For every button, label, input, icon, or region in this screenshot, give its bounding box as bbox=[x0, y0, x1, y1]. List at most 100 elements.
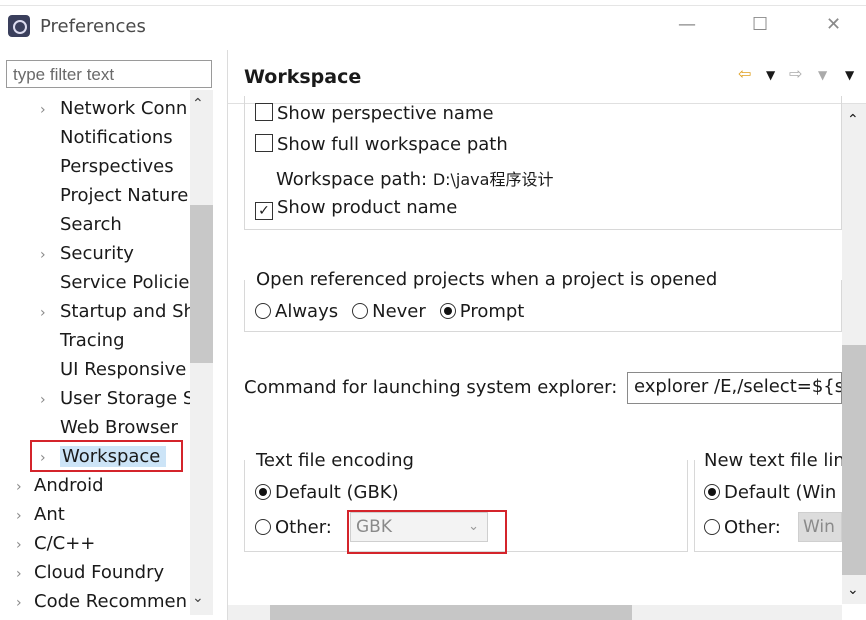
show-perspective-name-row[interactable]: Show perspective name bbox=[255, 103, 494, 123]
chevron-right-icon[interactable]: › bbox=[40, 241, 54, 268]
tree-root-c-c[interactable]: › C/C++ bbox=[16, 530, 188, 558]
close-icon[interactable]: ✕ bbox=[826, 14, 841, 35]
show-full-path-row[interactable]: Show full workspace path bbox=[255, 134, 508, 155]
open-referenced-label: Open referenced projects when a project … bbox=[256, 269, 722, 290]
show-product-name-row[interactable]: ✓ Show product name bbox=[255, 197, 457, 220]
delimiter-default-radio[interactable] bbox=[704, 484, 720, 500]
maximize-icon[interactable]: ☐ bbox=[752, 14, 768, 35]
open-ref-option-label: Prompt bbox=[459, 301, 525, 322]
view-menu-icon[interactable]: ▼ bbox=[845, 68, 854, 82]
open-ref-option-always[interactable]: Always bbox=[255, 301, 338, 322]
tree-item-notifications[interactable]: Notifications bbox=[38, 124, 190, 152]
page-scroll-down-icon[interactable]: ⌄ bbox=[847, 582, 859, 598]
tree-item-user-storage-s[interactable]: › User Storage S bbox=[38, 385, 190, 413]
tree-item-service-policie[interactable]: Service Policie bbox=[38, 269, 190, 297]
filter-input[interactable] bbox=[11, 62, 211, 88]
title-top-strip bbox=[0, 0, 866, 6]
explorer-command-input[interactable]: explorer /E,/select=${s bbox=[627, 372, 842, 404]
encoding-other-option[interactable]: Other: bbox=[255, 517, 332, 538]
tree-item-label: Network Conn bbox=[60, 98, 188, 119]
tree-item-perspectives[interactable]: Perspectives bbox=[38, 153, 190, 181]
tree-item-search[interactable]: Search bbox=[38, 211, 190, 239]
tree-item-label: Web Browser bbox=[60, 417, 178, 438]
chevron-right-icon[interactable]: › bbox=[16, 473, 30, 500]
forward-dropdown-icon[interactable]: ▼ bbox=[818, 68, 827, 82]
tree-item-startup-and-sh[interactable]: › Startup and Sh bbox=[38, 298, 190, 326]
tree-root-android[interactable]: › Android bbox=[16, 472, 188, 500]
show-perspective-name-checkbox[interactable] bbox=[255, 103, 273, 121]
tree-item-label: Perspectives bbox=[60, 156, 174, 177]
tree-item-ui-responsive[interactable]: UI Responsive bbox=[38, 356, 190, 384]
encoding-default-option[interactable]: Default (GBK) bbox=[255, 482, 399, 503]
back-dropdown-icon[interactable]: ▼ bbox=[766, 68, 775, 82]
tree-item-label: Startup and Sh bbox=[60, 301, 190, 322]
tree-scroll-up-icon[interactable]: ⌃ bbox=[192, 96, 204, 112]
pane-divider[interactable] bbox=[227, 50, 228, 620]
tree-item-label: Notifications bbox=[60, 127, 173, 148]
tree-root-cloud-foundry[interactable]: › Cloud Foundry bbox=[16, 559, 188, 587]
encoding-highlight-box bbox=[347, 510, 507, 554]
chevron-right-icon[interactable]: › bbox=[16, 531, 30, 558]
workspace-path-row: Workspace path: D:\java程序设计 bbox=[276, 166, 553, 190]
minimize-icon[interactable]: — bbox=[678, 14, 696, 35]
tree-item-project-nature[interactable]: Project Nature bbox=[38, 182, 190, 210]
page-scroll-thumb[interactable] bbox=[842, 345, 866, 575]
page-title: Workspace bbox=[244, 66, 362, 88]
chevron-right-icon[interactable]: › bbox=[16, 502, 30, 529]
encoding-other-radio[interactable] bbox=[255, 519, 271, 535]
tree-root-label: Cloud Foundry bbox=[34, 562, 165, 583]
line-delimiter-label: New text file lin bbox=[704, 450, 842, 471]
tree-item-label: Security bbox=[60, 243, 134, 264]
explorer-command-label: Command for launching system explorer: bbox=[244, 377, 618, 398]
encoding-default-radio[interactable] bbox=[255, 484, 271, 500]
open-ref-option-label: Never bbox=[372, 301, 426, 322]
open-ref-option-never[interactable]: Never bbox=[352, 301, 426, 322]
tree-item-label: User Storage S bbox=[60, 388, 190, 409]
tree-item-web-browser[interactable]: Web Browser bbox=[38, 414, 190, 442]
eclipse-app-icon bbox=[8, 15, 30, 37]
tree-item-label: Service Policie bbox=[60, 272, 190, 293]
tree-item-label: UI Responsive bbox=[60, 359, 187, 380]
window-title: Preferences bbox=[40, 16, 146, 37]
chevron-right-icon[interactable]: › bbox=[40, 96, 54, 123]
tree-item-tracing[interactable]: Tracing bbox=[38, 327, 190, 355]
tree-scroll-down-icon[interactable]: ⌄ bbox=[192, 590, 204, 606]
back-arrow-icon[interactable]: ⇦ bbox=[738, 64, 751, 83]
text-encoding-label: Text file encoding bbox=[256, 450, 418, 471]
workspace-path-label: Workspace path: bbox=[276, 169, 428, 190]
delimiter-select-value: Win bbox=[803, 517, 835, 537]
tree-root-ant[interactable]: › Ant bbox=[16, 501, 188, 529]
open-ref-radio[interactable] bbox=[439, 303, 456, 319]
tree-root-label: Code Recommen bbox=[34, 591, 188, 612]
show-full-path-checkbox[interactable] bbox=[255, 134, 273, 152]
tree-root-code-recommen[interactable]: › Code Recommen bbox=[16, 588, 188, 616]
show-product-name-checkbox[interactable]: ✓ bbox=[255, 202, 273, 220]
tree-item-label: Search bbox=[60, 214, 122, 235]
forward-arrow-icon[interactable]: ⇨ bbox=[789, 64, 802, 83]
open-referenced-options: Always Never Prompt bbox=[255, 301, 538, 322]
delimiter-other-option[interactable]: Other: bbox=[704, 517, 781, 538]
page-scroll-up-icon[interactable]: ⌃ bbox=[847, 112, 859, 128]
open-ref-option-label: Always bbox=[275, 301, 339, 322]
delimiter-other-radio[interactable] bbox=[704, 519, 720, 535]
filter-box[interactable] bbox=[6, 60, 212, 88]
delimiter-default-option[interactable]: Default (Win bbox=[704, 482, 842, 503]
chevron-right-icon[interactable]: › bbox=[16, 589, 30, 616]
tree-root-label: C/C++ bbox=[34, 533, 96, 554]
tree-item-network-conn[interactable]: › Network Conn bbox=[38, 95, 190, 123]
chevron-right-icon[interactable]: › bbox=[40, 386, 54, 413]
tree-root-label: Ant bbox=[34, 504, 65, 525]
tree-root-label: Android bbox=[34, 475, 104, 496]
open-ref-radio[interactable] bbox=[255, 303, 271, 319]
open-ref-option-prompt[interactable]: Prompt bbox=[439, 301, 525, 322]
chevron-right-icon[interactable]: › bbox=[16, 560, 30, 587]
tree-item-security[interactable]: › Security bbox=[38, 240, 190, 268]
tree-item-label: Project Nature bbox=[60, 185, 189, 206]
tree-scroll-thumb[interactable] bbox=[190, 205, 213, 363]
delimiter-select[interactable]: Win bbox=[798, 512, 842, 542]
workspace-path-value: D:\java程序设计 bbox=[432, 170, 554, 189]
open-ref-radio[interactable] bbox=[352, 303, 369, 319]
chevron-right-icon[interactable]: › bbox=[40, 299, 54, 326]
workspace-highlight-box bbox=[30, 440, 183, 472]
page-hscroll-thumb[interactable] bbox=[270, 605, 632, 620]
